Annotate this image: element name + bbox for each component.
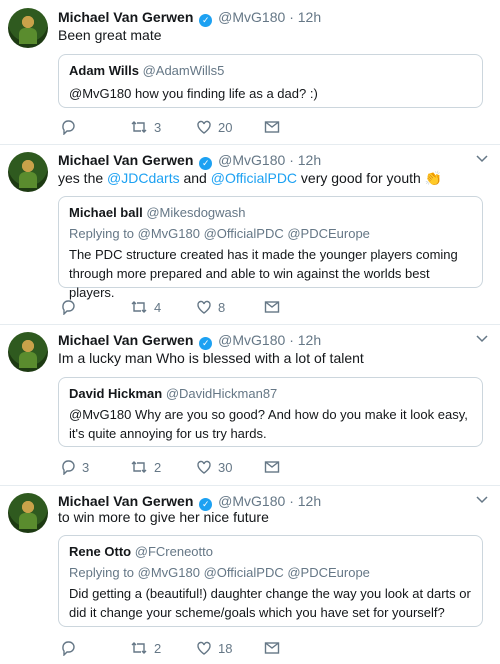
reply-button[interactable] [60, 118, 82, 136]
message-button[interactable] [264, 298, 280, 316]
author-handle[interactable]: @MvG180 [218, 332, 285, 348]
retweet-button[interactable]: 2 [130, 639, 161, 657]
author-handle[interactable]: @MvG180 [218, 152, 285, 168]
message-icon [264, 642, 280, 654]
retweet-icon [131, 642, 147, 654]
quote-author-handle: @Mikesdogwash [146, 205, 246, 220]
quote-text: Did getting a (beautiful!) daughter chan… [69, 586, 471, 620]
retweet-count: 3 [154, 119, 162, 135]
quote-author-name: David Hickman [69, 386, 163, 401]
like-button[interactable]: 30 [196, 458, 232, 476]
tweet[interactable]: Michael Van Gerwen ✓ @MvG180 · 12h yes t… [0, 145, 500, 325]
author-handle[interactable]: @MvG180 [218, 493, 285, 509]
quoted-tweet[interactable]: David Hickman @DavidHickman87 @MvG180 Wh… [58, 377, 483, 447]
quote-author-handle: @AdamWills5 [142, 63, 225, 78]
like-icon [197, 641, 211, 655]
tweet-text: Been great mate [58, 27, 162, 43]
reply-icon [62, 300, 75, 315]
avatar[interactable] [8, 332, 48, 372]
like-count: 8 [218, 299, 226, 315]
reply-icon [62, 120, 75, 135]
avatar[interactable] [8, 8, 48, 48]
tweet[interactable]: Michael Van Gerwen ✓ @MvG180 · 12h Im a … [0, 325, 500, 486]
like-count: 18 [218, 640, 233, 656]
reply-button[interactable] [60, 639, 82, 657]
message-icon [264, 121, 280, 133]
quoted-tweet[interactable]: Michael ball @Mikesdogwash Replying to @… [58, 196, 483, 300]
quote-author-handle: @DavidHickman87 [165, 386, 278, 401]
like-count: 30 [218, 459, 233, 475]
quote-author-name: Rene Otto [69, 544, 132, 559]
reply-button[interactable] [60, 298, 82, 316]
timestamp[interactable]: 12h [298, 493, 321, 509]
retweet-icon [131, 301, 147, 313]
quote-author-handle: @FCreneotto [134, 544, 213, 559]
like-icon [197, 300, 211, 314]
retweet-count: 2 [154, 459, 162, 475]
tweet-header: Michael Van Gerwen ✓ @MvG180 · 12h [58, 332, 322, 350]
retweet-count: 4 [154, 299, 162, 315]
quote-text: @MvG180 Why are you so good? And how do … [69, 407, 468, 441]
timestamp[interactable]: 12h [298, 152, 321, 168]
reply-icon [62, 460, 75, 475]
reply-icon [62, 641, 75, 656]
tweet-text: to win more to give her nice future [58, 509, 269, 525]
timestamp[interactable]: 12h [298, 9, 321, 25]
author-name[interactable]: Michael Van Gerwen [58, 9, 193, 25]
tweet-text: yes the @JDCdarts and @OfficialPDC very … [58, 170, 443, 186]
tweet-header: Michael Van Gerwen ✓ @MvG180 · 12h [58, 152, 322, 170]
author-name[interactable]: Michael Van Gerwen [58, 332, 193, 348]
reply-count: 3 [82, 459, 90, 475]
quote-text: @MvG180 how you finding life as a dad? :… [69, 86, 318, 101]
like-icon [197, 460, 211, 474]
retweet-button[interactable]: 4 [130, 298, 161, 316]
tweet-feed: Michael Van Gerwen ✓ @MvG180 · 12h Been … [0, 0, 500, 664]
like-count: 20 [218, 119, 233, 135]
mention-link[interactable]: @OfficialPDC [211, 170, 297, 186]
tweet[interactable]: Michael Van Gerwen ✓ @MvG180 · 12h to wi… [0, 486, 500, 664]
like-icon [197, 120, 211, 134]
like-button[interactable]: 18 [196, 639, 232, 657]
replying-to: Replying to @MvG180 @OfficialPDC @PDCEur… [69, 565, 370, 580]
retweet-icon [131, 461, 147, 473]
retweet-count: 2 [154, 640, 162, 656]
like-button[interactable]: 20 [196, 118, 232, 136]
tweet-text: Im a lucky man Who is blessed with a lot… [58, 350, 364, 366]
quote-author-name: Michael ball [69, 205, 143, 220]
message-button[interactable] [264, 639, 280, 657]
tweet-header: Michael Van Gerwen ✓ @MvG180 · 12h [58, 9, 322, 27]
mention-link[interactable]: @JDCdarts [107, 170, 180, 186]
caret-down-icon[interactable] [476, 496, 488, 504]
quote-text: The PDC structure created has it made th… [69, 247, 458, 300]
timestamp[interactable]: 12h [298, 332, 321, 348]
retweet-icon [131, 121, 147, 133]
quoted-tweet[interactable]: Rene Otto @FCreneotto Replying to @MvG18… [58, 535, 483, 627]
caret-down-icon[interactable] [476, 155, 488, 163]
quote-author-name: Adam Wills [69, 63, 139, 78]
tweet[interactable]: Michael Van Gerwen ✓ @MvG180 · 12h Been … [0, 0, 500, 145]
message-button[interactable] [264, 458, 280, 476]
author-name[interactable]: Michael Van Gerwen [58, 493, 193, 509]
quote-header: Michael ball @Mikesdogwash [69, 205, 472, 220]
reply-button[interactable]: 3 [60, 458, 89, 476]
replying-to: Replying to @MvG180 @OfficialPDC @PDCEur… [69, 226, 370, 241]
quote-header: David Hickman @DavidHickman87 [69, 386, 472, 401]
message-button[interactable] [264, 118, 280, 136]
author-handle[interactable]: @MvG180 [218, 9, 285, 25]
quoted-tweet[interactable]: Adam Wills @AdamWills5 @MvG180 how you f… [58, 54, 483, 108]
author-name[interactable]: Michael Van Gerwen [58, 152, 193, 168]
message-icon [264, 461, 280, 473]
retweet-button[interactable]: 2 [130, 458, 161, 476]
quote-header: Rene Otto @FCreneotto [69, 544, 472, 559]
avatar[interactable] [8, 493, 48, 533]
message-icon [264, 301, 280, 313]
quote-header: Adam Wills @AdamWills5 [69, 63, 472, 78]
avatar[interactable] [8, 152, 48, 192]
like-button[interactable]: 8 [196, 298, 225, 316]
caret-down-icon[interactable] [476, 335, 488, 343]
retweet-button[interactable]: 3 [130, 118, 161, 136]
